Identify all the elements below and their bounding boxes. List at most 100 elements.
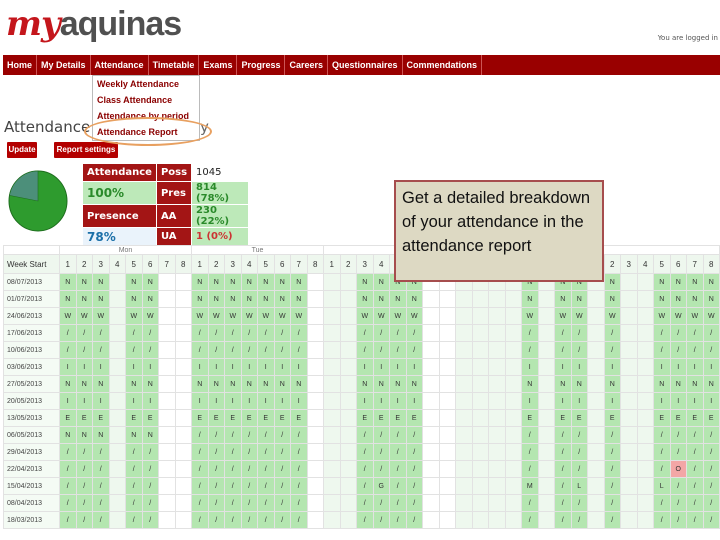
attendance-mark[interactable]: / <box>389 426 407 444</box>
attendance-mark[interactable]: I <box>653 358 671 376</box>
attendance-mark[interactable] <box>174 307 192 325</box>
attendance-mark[interactable]: N <box>125 273 143 291</box>
attendance-mark[interactable] <box>504 494 522 512</box>
attendance-mark[interactable]: / <box>669 341 687 359</box>
attendance-mark[interactable]: W <box>554 307 572 325</box>
attendance-mark[interactable] <box>174 358 192 376</box>
attendance-mark[interactable]: N <box>603 375 621 393</box>
attendance-mark[interactable] <box>422 494 440 512</box>
attendance-mark[interactable]: I <box>554 392 572 410</box>
attendance-mark[interactable] <box>587 392 605 410</box>
nav-commendations[interactable]: Commendations <box>403 55 483 75</box>
attendance-mark[interactable] <box>174 273 192 291</box>
attendance-mark[interactable] <box>339 324 357 342</box>
attendance-mark[interactable]: E <box>554 409 572 427</box>
attendance-mark[interactable]: / <box>141 477 159 495</box>
attendance-mark[interactable] <box>323 460 341 478</box>
attendance-mark[interactable]: W <box>521 307 539 325</box>
attendance-mark[interactable]: N <box>702 273 720 291</box>
attendance-mark[interactable] <box>471 409 489 427</box>
attendance-mark[interactable] <box>537 426 555 444</box>
attendance-mark[interactable] <box>620 443 638 461</box>
nav-exams[interactable]: Exams <box>199 55 238 75</box>
attendance-mark[interactable]: / <box>92 443 110 461</box>
attendance-mark[interactable]: / <box>603 324 621 342</box>
attendance-mark[interactable]: / <box>59 460 77 478</box>
attendance-mark[interactable] <box>455 494 473 512</box>
attendance-mark[interactable]: / <box>405 426 423 444</box>
attendance-mark[interactable]: I <box>372 392 390 410</box>
attendance-mark[interactable] <box>422 341 440 359</box>
attendance-mark[interactable]: E <box>290 409 308 427</box>
attendance-mark[interactable]: I <box>653 392 671 410</box>
attendance-mark[interactable]: N <box>224 273 242 291</box>
attendance-mark[interactable]: / <box>554 426 572 444</box>
attendance-mark[interactable]: N <box>389 290 407 308</box>
attendance-mark[interactable]: N <box>92 375 110 393</box>
attendance-mark[interactable]: N <box>257 290 275 308</box>
attendance-mark[interactable]: N <box>570 290 588 308</box>
attendance-mark[interactable]: E <box>141 409 159 427</box>
attendance-mark[interactable] <box>636 290 654 308</box>
attendance-mark[interactable]: / <box>75 494 93 512</box>
attendance-mark[interactable] <box>306 358 324 376</box>
attendance-mark[interactable]: / <box>603 341 621 359</box>
attendance-mark[interactable]: / <box>356 341 374 359</box>
attendance-mark[interactable]: / <box>191 494 209 512</box>
attendance-mark[interactable]: / <box>191 341 209 359</box>
attendance-mark[interactable]: E <box>653 409 671 427</box>
attendance-mark[interactable]: / <box>570 324 588 342</box>
attendance-mark[interactable] <box>323 392 341 410</box>
attendance-mark[interactable]: N <box>686 273 704 291</box>
attendance-mark[interactable]: / <box>570 460 588 478</box>
attendance-mark[interactable] <box>471 511 489 529</box>
attendance-mark[interactable] <box>323 273 341 291</box>
nav-home[interactable]: Home <box>3 55 38 75</box>
attendance-mark[interactable] <box>636 511 654 529</box>
attendance-mark[interactable] <box>488 426 506 444</box>
attendance-mark[interactable]: E <box>372 409 390 427</box>
attendance-mark[interactable]: I <box>702 358 720 376</box>
attendance-mark[interactable] <box>158 426 176 444</box>
attendance-mark[interactable] <box>537 477 555 495</box>
attendance-mark[interactable]: / <box>554 443 572 461</box>
attendance-mark[interactable] <box>323 443 341 461</box>
attendance-mark[interactable] <box>323 494 341 512</box>
attendance-mark[interactable] <box>108 324 126 342</box>
attendance-mark[interactable]: / <box>653 494 671 512</box>
attendance-mark[interactable]: G <box>372 477 390 495</box>
attendance-mark[interactable]: / <box>686 494 704 512</box>
attendance-mark[interactable]: / <box>141 341 159 359</box>
attendance-mark[interactable] <box>438 511 456 529</box>
attendance-mark[interactable]: / <box>290 341 308 359</box>
attendance-mark[interactable]: / <box>389 511 407 529</box>
attendance-mark[interactable]: / <box>191 324 209 342</box>
attendance-mark[interactable]: I <box>290 358 308 376</box>
attendance-mark[interactable]: N <box>554 290 572 308</box>
attendance-mark[interactable]: I <box>290 392 308 410</box>
attendance-mark[interactable]: I <box>92 358 110 376</box>
attendance-mark[interactable]: / <box>125 511 143 529</box>
attendance-mark[interactable] <box>636 324 654 342</box>
attendance-mark[interactable] <box>438 290 456 308</box>
attendance-mark[interactable]: / <box>240 443 258 461</box>
attendance-mark[interactable]: / <box>686 511 704 529</box>
attendance-mark[interactable]: E <box>405 409 423 427</box>
attendance-mark[interactable]: N <box>75 426 93 444</box>
attendance-mark[interactable] <box>323 375 341 393</box>
attendance-mark[interactable]: / <box>405 460 423 478</box>
attendance-mark[interactable]: / <box>75 443 93 461</box>
attendance-mark[interactable]: I <box>240 358 258 376</box>
attendance-mark[interactable]: L <box>653 477 671 495</box>
attendance-mark[interactable]: / <box>702 324 720 342</box>
attendance-mark[interactable]: W <box>405 307 423 325</box>
attendance-mark[interactable] <box>504 290 522 308</box>
attendance-mark[interactable]: / <box>702 426 720 444</box>
attendance-mark[interactable] <box>174 443 192 461</box>
attendance-mark[interactable]: / <box>405 511 423 529</box>
attendance-mark[interactable]: W <box>224 307 242 325</box>
attendance-mark[interactable]: I <box>521 358 539 376</box>
attendance-mark[interactable] <box>620 511 638 529</box>
attendance-mark[interactable] <box>158 511 176 529</box>
attendance-mark[interactable] <box>471 494 489 512</box>
